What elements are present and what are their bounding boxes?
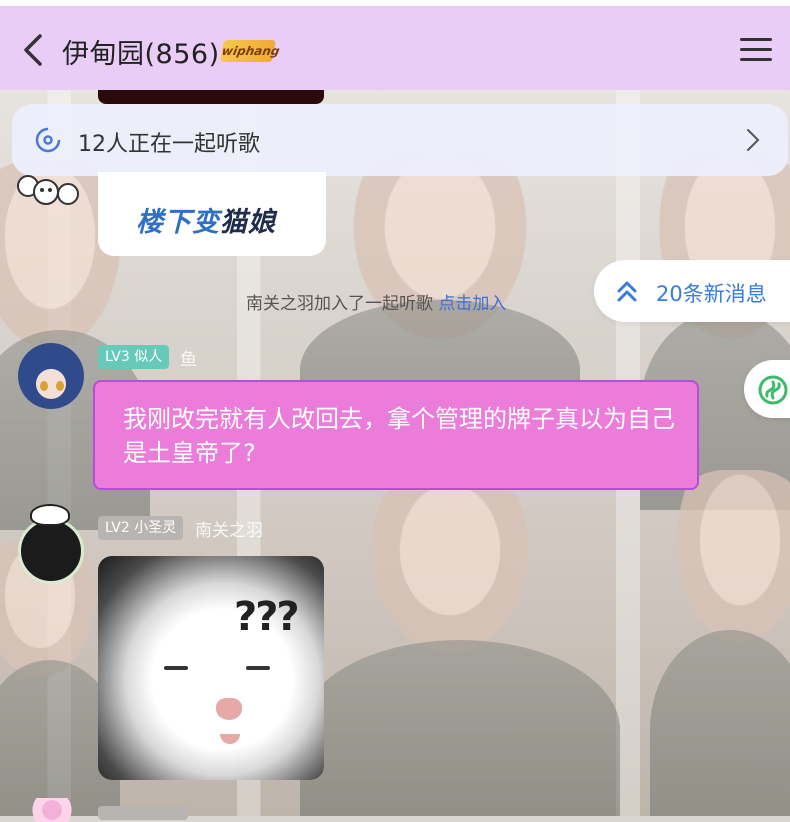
listen-together-banner[interactable]: 12人正在一起听歌	[12, 104, 788, 176]
join-listen-link[interactable]: 点击加入	[438, 294, 506, 314]
system-message: 南关之羽加入了一起听歌 点击加入	[246, 289, 506, 314]
new-messages-label: 20条新消息	[656, 282, 767, 306]
sticker-message[interactable]: 楼下变猫娘	[98, 172, 326, 256]
music-disc-icon	[35, 127, 61, 153]
double-chevron-up-icon	[617, 281, 637, 302]
level-badge: LV3 似人	[98, 345, 170, 369]
level-badge	[98, 806, 188, 820]
sender-name[interactable]: 鱼	[180, 345, 197, 370]
avatar[interactable]	[14, 504, 90, 584]
sender-name[interactable]: 南关之羽	[195, 516, 263, 541]
level-badge: LV2 小圣灵	[98, 516, 184, 540]
image-caption: ???	[234, 594, 300, 640]
previous-image-fragment[interactable]	[98, 90, 324, 104]
new-messages-button[interactable]: 20条新消息	[594, 260, 790, 322]
listen-banner-text: 12人正在一起听歌	[78, 132, 260, 157]
back-arrow-icon[interactable]	[18, 28, 52, 72]
sticker-text: 楼下变猫娘	[136, 207, 276, 238]
chevron-right-icon	[747, 129, 760, 151]
cat-image-message[interactable]: ???	[98, 556, 324, 780]
group-badge: wiphang	[220, 40, 281, 62]
chat-title[interactable]: 伊甸园(856)	[62, 32, 220, 71]
sticker-sender-avatar[interactable]	[14, 170, 86, 210]
message-text: 我刚改完就有人改回去，拿个管理的牌子真以为自己是土皇帝了?	[123, 405, 675, 467]
chat-header: 伊甸园(856) wiphang	[0, 0, 790, 90]
avatar[interactable]	[22, 798, 82, 822]
system-message-text: 南关之羽加入了一起听歌	[246, 294, 433, 314]
app-logo-icon	[758, 375, 788, 405]
avatar[interactable]	[18, 343, 84, 409]
message-bubble[interactable]: 我刚改完就有人改回去，拿个管理的牌子真以为自己是土皇帝了?	[93, 380, 699, 490]
menu-icon[interactable]	[740, 36, 772, 64]
